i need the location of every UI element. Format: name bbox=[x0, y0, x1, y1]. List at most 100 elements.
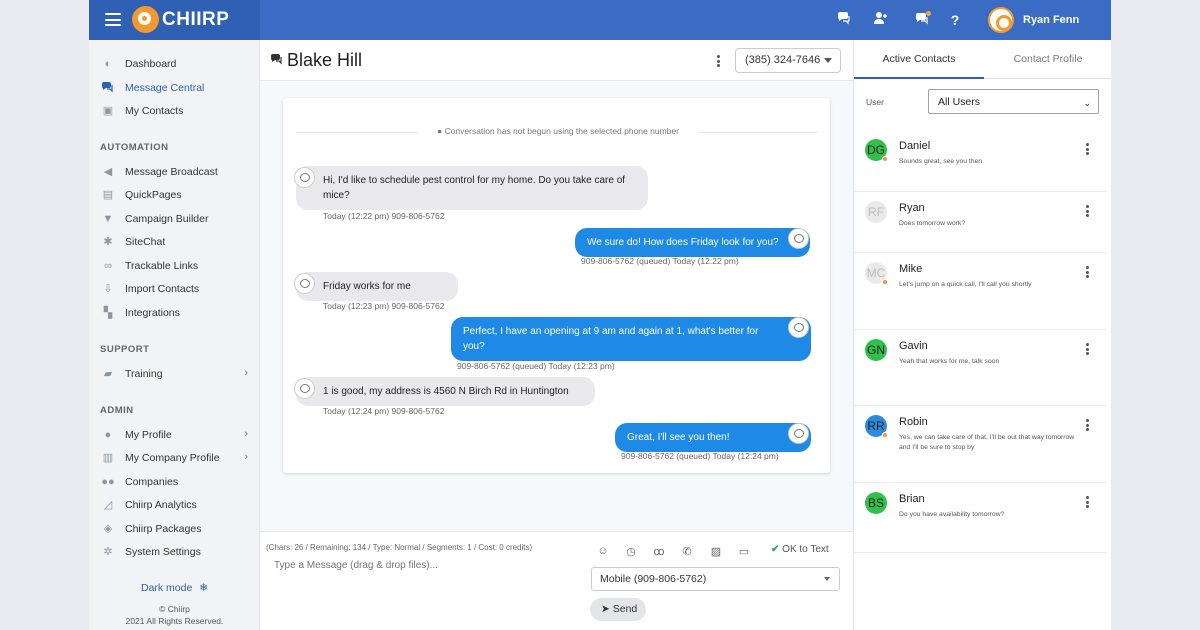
user-filter-value: All Users bbox=[938, 96, 981, 108]
sidebar-item-label: Message Central bbox=[125, 82, 205, 94]
sidebar-item-dashboard[interactable]: ◐ Dashboard bbox=[89, 54, 260, 74]
sidebar-item-import-contacts[interactable]: ⇩ Import Contacts bbox=[89, 279, 260, 299]
megaphone-icon: ◀ bbox=[103, 166, 113, 178]
contacts-icon: ▣ bbox=[102, 105, 114, 117]
sidebar-item-quickpages[interactable]: ▤ QuickPages bbox=[89, 185, 260, 205]
chart-icon: ◿ bbox=[103, 499, 113, 511]
more-options-icon[interactable] bbox=[1082, 343, 1092, 357]
phone-number-select[interactable]: (385) 324-7646 bbox=[735, 48, 841, 73]
more-options-icon[interactable] bbox=[1082, 205, 1092, 219]
contact-last-message: Do you have availability tomorrow? bbox=[899, 511, 1005, 518]
divider bbox=[854, 552, 1106, 553]
chat-icon bbox=[271, 53, 285, 68]
sidebar-item-chiirp-packages[interactable]: ◈ Chiirp Packages bbox=[89, 519, 260, 539]
clock-icon[interactable]: ◷ bbox=[624, 545, 638, 559]
tab-contact-profile[interactable]: Contact Profile bbox=[984, 40, 1111, 79]
more-options-icon[interactable] bbox=[1082, 496, 1092, 510]
voicemail-icon[interactable]: ꝏ bbox=[652, 545, 666, 559]
copyright-line-2: 2021 All Rights Reserved. bbox=[125, 616, 224, 626]
page-icon: ▤ bbox=[102, 189, 114, 201]
sidebar-item-label: Message Broadcast bbox=[125, 166, 218, 178]
contact-name: Mike bbox=[899, 263, 923, 275]
sidebar-item-companies[interactable]: ●● Companies bbox=[89, 472, 260, 492]
user-avatar[interactable] bbox=[988, 7, 1014, 33]
contact-row[interactable]: MC Mike Let's jump on a quick call, I'll c… bbox=[854, 253, 1111, 330]
section-header-automation: AUTOMATION bbox=[100, 142, 169, 153]
sidebar-item-trackable-links[interactable]: ∞ Trackable Links bbox=[89, 256, 260, 276]
sidebar-item-label: My Contacts bbox=[125, 105, 184, 117]
sidebar-item-label: Training bbox=[125, 368, 163, 380]
caret-down-icon bbox=[824, 58, 832, 63]
sidebar-item-label: QuickPages bbox=[125, 189, 182, 201]
contact-row[interactable]: RF Ryan Does tomorrow work? bbox=[854, 192, 1111, 253]
contact-row[interactable]: RR Robin Yes, we can take care of that, I'… bbox=[854, 406, 1111, 483]
sidebar-item-system-settings[interactable]: ✲ System Settings bbox=[89, 542, 260, 562]
send-button[interactable]: ➤ Send bbox=[590, 598, 646, 621]
message-bubble-incoming: 1 is good, my address is 4560 N Birch Rd… bbox=[296, 377, 595, 406]
sidebar-item-chiirp-analytics[interactable]: ◿ Chiirp Analytics bbox=[89, 495, 260, 515]
sidebar-item-label: Trackable Links bbox=[125, 260, 199, 272]
phone-icon[interactable]: ✆ bbox=[680, 545, 694, 559]
sidebar-item-label: Chiirp Analytics bbox=[125, 499, 197, 511]
emoji-icon[interactable]: ☺ bbox=[596, 545, 610, 559]
status-dot bbox=[882, 432, 888, 438]
add-user-icon[interactable] bbox=[871, 11, 889, 29]
sidebar-item-integrations[interactable]: ▚ Integrations bbox=[89, 303, 260, 323]
contact-avatar: RR bbox=[865, 415, 888, 438]
sidebar-item-my-company-profile[interactable]: ▥ My Company Profile › bbox=[89, 448, 260, 468]
sidebar-item-label: System Settings bbox=[125, 546, 201, 558]
more-options-icon[interactable] bbox=[713, 55, 723, 69]
sidebar-item-campaign-builder[interactable]: ▼ Campaign Builder bbox=[89, 209, 260, 229]
section-header-admin: ADMIN bbox=[100, 405, 134, 416]
from-number-select[interactable]: Mobile (909-806-5762) bbox=[591, 567, 840, 591]
message-text: Perfect, I have an opening at 9 am and a… bbox=[463, 326, 759, 352]
link-icon: ∞ bbox=[104, 260, 112, 272]
message-composer: (Chars: 26 / Remaining: 134 / Type: Norm… bbox=[260, 531, 853, 630]
user-filter-select[interactable]: All Users ⌄ bbox=[928, 89, 1099, 114]
sidebar-item-label: My Company Profile bbox=[125, 452, 220, 464]
more-options-icon[interactable] bbox=[1082, 419, 1092, 433]
image-icon[interactable]: ▨ bbox=[709, 545, 723, 559]
character-count: (Chars: 26 / Remaining: 134 / Type: Norm… bbox=[266, 543, 533, 552]
message-text: Hi, I'd like to schedule pest control fo… bbox=[323, 175, 626, 201]
checkmark-icon: ✔ bbox=[771, 544, 780, 555]
hamburger-menu-icon[interactable] bbox=[105, 13, 121, 26]
paper-plane-icon: ➤ bbox=[601, 603, 610, 615]
more-options-icon[interactable] bbox=[1082, 266, 1092, 280]
chat-header: Blake Hill (385) 324-7646 bbox=[260, 40, 853, 81]
sidebar-item-training[interactable]: ▰ Training › bbox=[89, 364, 260, 384]
contact-name-title: Blake Hill bbox=[287, 50, 363, 70]
contact-avatar: DG bbox=[865, 139, 888, 162]
ok-to-text-label: OK to Text bbox=[782, 544, 829, 555]
screen-icon[interactable]: ▭ bbox=[737, 545, 751, 559]
building-icon: ▥ bbox=[102, 452, 114, 464]
sidebar-item-message-broadcast[interactable]: ◀ Message Broadcast bbox=[89, 162, 260, 182]
sidebar-item-message-central[interactable]: Message Central bbox=[89, 78, 260, 98]
gear-icon: ✱ bbox=[103, 236, 113, 248]
sidebar-item-my-profile[interactable]: ● My Profile › bbox=[89, 425, 260, 445]
notifications-icon[interactable] bbox=[913, 11, 931, 29]
ok-to-text-status[interactable]: ✔ OK to Text bbox=[771, 544, 829, 555]
contact-row[interactable]: DG Daniel Sounds great, see you then bbox=[854, 130, 1111, 192]
sidebar-item-my-contacts[interactable]: ▣ My Contacts bbox=[89, 101, 260, 121]
message-meta: 909-806-5762 (queued) Today (12:23 pm) bbox=[457, 361, 615, 371]
more-options-icon[interactable] bbox=[1082, 143, 1092, 157]
message-input[interactable] bbox=[274, 560, 574, 571]
tab-active-contacts[interactable]: Active Contacts bbox=[854, 40, 984, 79]
dark-mode-toggle[interactable]: Dark mode ❄ bbox=[89, 582, 260, 594]
user-name[interactable]: Ryan Fenn bbox=[1023, 14, 1079, 26]
message-meta: 909-806-5762 (queued) Today (12:22 pm) bbox=[581, 256, 739, 266]
message-bubble-incoming: Hi, I'd like to schedule pest control fo… bbox=[296, 166, 648, 210]
contact-row[interactable]: BS Brian Do you have availability tomorrow… bbox=[854, 483, 1111, 553]
message-icon bbox=[788, 423, 809, 444]
phone-number-value: (385) 324-7646 bbox=[745, 54, 821, 66]
help-icon[interactable]: ? bbox=[946, 11, 964, 29]
chat-icon[interactable] bbox=[835, 11, 853, 29]
chat-icon bbox=[101, 81, 115, 95]
sidebar-item-label: Campaign Builder bbox=[125, 213, 209, 225]
message-icon bbox=[788, 228, 809, 249]
conversation-notice: ● Conversation has not begun using the s… bbox=[418, 126, 698, 136]
sidebar-item-sitechat[interactable]: ✱ SiteChat bbox=[89, 232, 260, 252]
caret-down-icon bbox=[824, 577, 830, 581]
contact-row[interactable]: GN Gavin Yeah that works for me, talk soon bbox=[854, 330, 1111, 406]
